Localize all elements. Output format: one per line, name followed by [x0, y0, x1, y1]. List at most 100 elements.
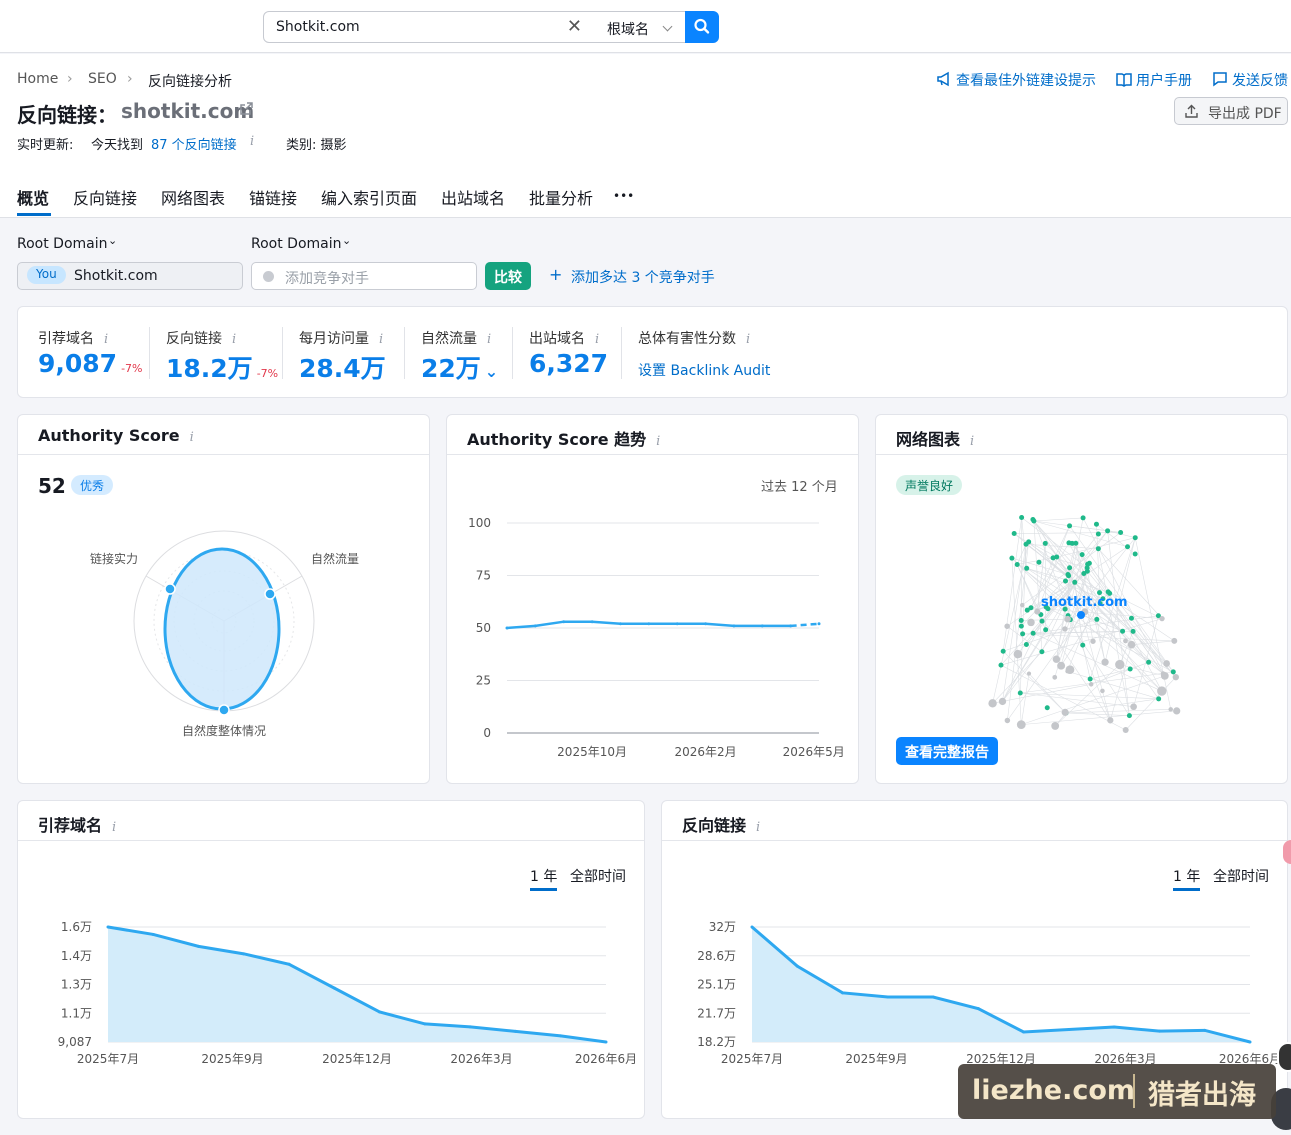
metric-value-referring-domains[interactable]: 9,087 -7%	[38, 349, 143, 378]
network-edge	[1131, 640, 1175, 646]
found-backlinks-link[interactable]: 87 个反向链接	[151, 134, 237, 153]
network-node	[1067, 523, 1073, 529]
link-building-tips-link[interactable]: 查看最佳外链建设提示	[956, 70, 1096, 90]
data-point	[468, 1025, 472, 1029]
plus-icon[interactable]: +	[549, 265, 562, 284]
data-point	[1203, 1028, 1207, 1032]
info-icon[interactable]: i	[250, 134, 254, 149]
tab-bulk-analysis[interactable]: 批量分析	[529, 185, 593, 209]
network-node	[1042, 540, 1048, 546]
authority-trend-chart: 0 25 50 75 100 2025年10月 2026年2月 2026年5月	[468, 516, 845, 759]
competitor-placeholder[interactable]: 添加竞争对手	[285, 268, 369, 288]
scope-select-2[interactable]: Root Domain	[251, 236, 342, 252]
breadcrumb-seo[interactable]: SEO	[88, 71, 117, 87]
network-node	[1065, 669, 1070, 674]
chevron-down-icon[interactable]: ⌄	[342, 234, 351, 247]
x-tick-label: 2025年9月	[201, 1052, 263, 1066]
metric-value-monthly-visits[interactable]: 28.4万	[299, 349, 386, 385]
page-title-domain[interactable]: shotkit.com	[121, 99, 254, 123]
breadcrumb-home[interactable]: Home	[17, 71, 58, 87]
network-node	[1100, 688, 1105, 694]
view-full-report-button[interactable]: 查看完整报告	[896, 737, 998, 765]
export-pdf-button[interactable]: 导出成 PDF	[1174, 97, 1288, 125]
tab-indexed-pages[interactable]: 编入索引页面	[321, 185, 417, 209]
x-tick-label: 2025年9月	[845, 1052, 907, 1066]
metric-label-monthly-visits: 每月访问量 i	[299, 331, 384, 347]
send-feedback-link[interactable]: 发送反馈	[1232, 70, 1288, 90]
tab-network-graph[interactable]: 网络图表	[161, 185, 225, 209]
network-node	[1159, 615, 1165, 622]
x-tick-label: 2025年7月	[77, 1052, 139, 1066]
data-point	[559, 1034, 563, 1038]
y-tick-label: 0	[483, 726, 491, 740]
user-manual-link[interactable]: 用户手册	[1136, 70, 1192, 90]
data-point	[604, 1040, 608, 1044]
y-tick-label: 75	[476, 569, 491, 583]
domain-search-input[interactable]: Shotkit.com ✕	[263, 11, 595, 43]
search-mode-select[interactable]: 根域名	[594, 11, 686, 43]
info-icon[interactable]: i	[487, 332, 491, 347]
network-node	[1000, 648, 1006, 654]
add-competitors-link[interactable]: 添加多达 3 个竞争对手	[571, 267, 715, 287]
trend-projection-line	[790, 622, 820, 628]
divider	[149, 327, 150, 379]
radar-point-traffic[interactable]	[264, 588, 276, 600]
network-node	[1063, 578, 1069, 584]
megaphone-icon	[937, 71, 949, 87]
chevron-down-icon[interactable]: ⌄	[485, 362, 498, 381]
floating-chat-icon[interactable]	[1277, 1042, 1291, 1072]
data-point	[976, 1007, 980, 1011]
external-link-icon[interactable]	[238, 101, 254, 117]
trend-point	[789, 624, 793, 628]
category-label: 类别: 摄影	[286, 138, 347, 153]
setup-backlink-audit-link[interactable]: 设置 Backlink Audit	[638, 360, 770, 380]
network-node	[1130, 628, 1136, 634]
search-button[interactable]	[685, 11, 719, 43]
y-tick-label: 28.6万	[697, 949, 736, 963]
network-node	[1065, 571, 1071, 577]
info-icon[interactable]: i	[595, 332, 599, 347]
info-icon[interactable]: i	[379, 332, 383, 347]
network-edge	[1000, 618, 1163, 666]
info-icon[interactable]: i	[190, 430, 194, 445]
network-node	[998, 697, 1007, 706]
network-node	[1172, 673, 1179, 681]
info-icon[interactable]: i	[746, 332, 750, 347]
watermark-brand: 猎者出海	[1148, 1080, 1256, 1111]
metric-label-outbound-domains: 出站域名 i	[529, 331, 600, 347]
network-node	[1127, 640, 1136, 649]
network-center-node	[1077, 611, 1085, 619]
y-tick-label: 9,087	[58, 1035, 92, 1049]
data-point	[287, 962, 291, 966]
metric-value-backlinks[interactable]: 18.2万 -7%	[166, 349, 278, 385]
info-icon[interactable]: i	[232, 332, 236, 347]
metric-value-organic-traffic[interactable]: 22万 ⌄	[421, 349, 498, 385]
floating-notification-icon[interactable]	[1283, 840, 1291, 864]
authority-trend-card: Authority Score 趋势 i 过去 12 个月 0 25 50 75 100 2…	[446, 414, 859, 784]
network-edge	[1020, 692, 1159, 700]
top-search-bar: Shotkit.com ✕ 根域名	[0, 0, 1291, 53]
clear-search-icon[interactable]: ✕	[567, 16, 582, 37]
network-node	[1160, 671, 1169, 680]
network-node	[988, 699, 997, 708]
y-tick-label: 25.1万	[697, 978, 736, 992]
network-edge	[1082, 645, 1091, 680]
scope-select-1[interactable]: Root Domain	[17, 236, 108, 252]
compare-button[interactable]: 比较	[485, 262, 531, 290]
search-input-value[interactable]: Shotkit.com	[276, 19, 360, 35]
competitor-color-dot	[263, 271, 274, 282]
chevron-down-icon[interactable]: ⌄	[108, 234, 117, 247]
radar-point-link-power[interactable]	[164, 583, 176, 595]
network-node	[1120, 628, 1126, 634]
tab-outbound-domains[interactable]: 出站域名	[441, 185, 505, 209]
metric-value-outbound-domains[interactable]: 6,327	[529, 349, 608, 378]
info-icon[interactable]: i	[104, 332, 108, 347]
radar-point-naturalness[interactable]	[218, 704, 230, 716]
tab-backlinks[interactable]: 反向链接	[73, 185, 137, 209]
tab-more-icon[interactable]: •••	[613, 189, 634, 203]
network-center-label: shotkit.com	[1041, 595, 1128, 610]
competitor-input[interactable]: 添加竞争对手	[251, 262, 477, 290]
card-title: Authority Score i	[38, 426, 194, 445]
tab-anchors[interactable]: 锚链接	[249, 185, 297, 209]
tab-overview[interactable]: 概览	[17, 185, 49, 209]
